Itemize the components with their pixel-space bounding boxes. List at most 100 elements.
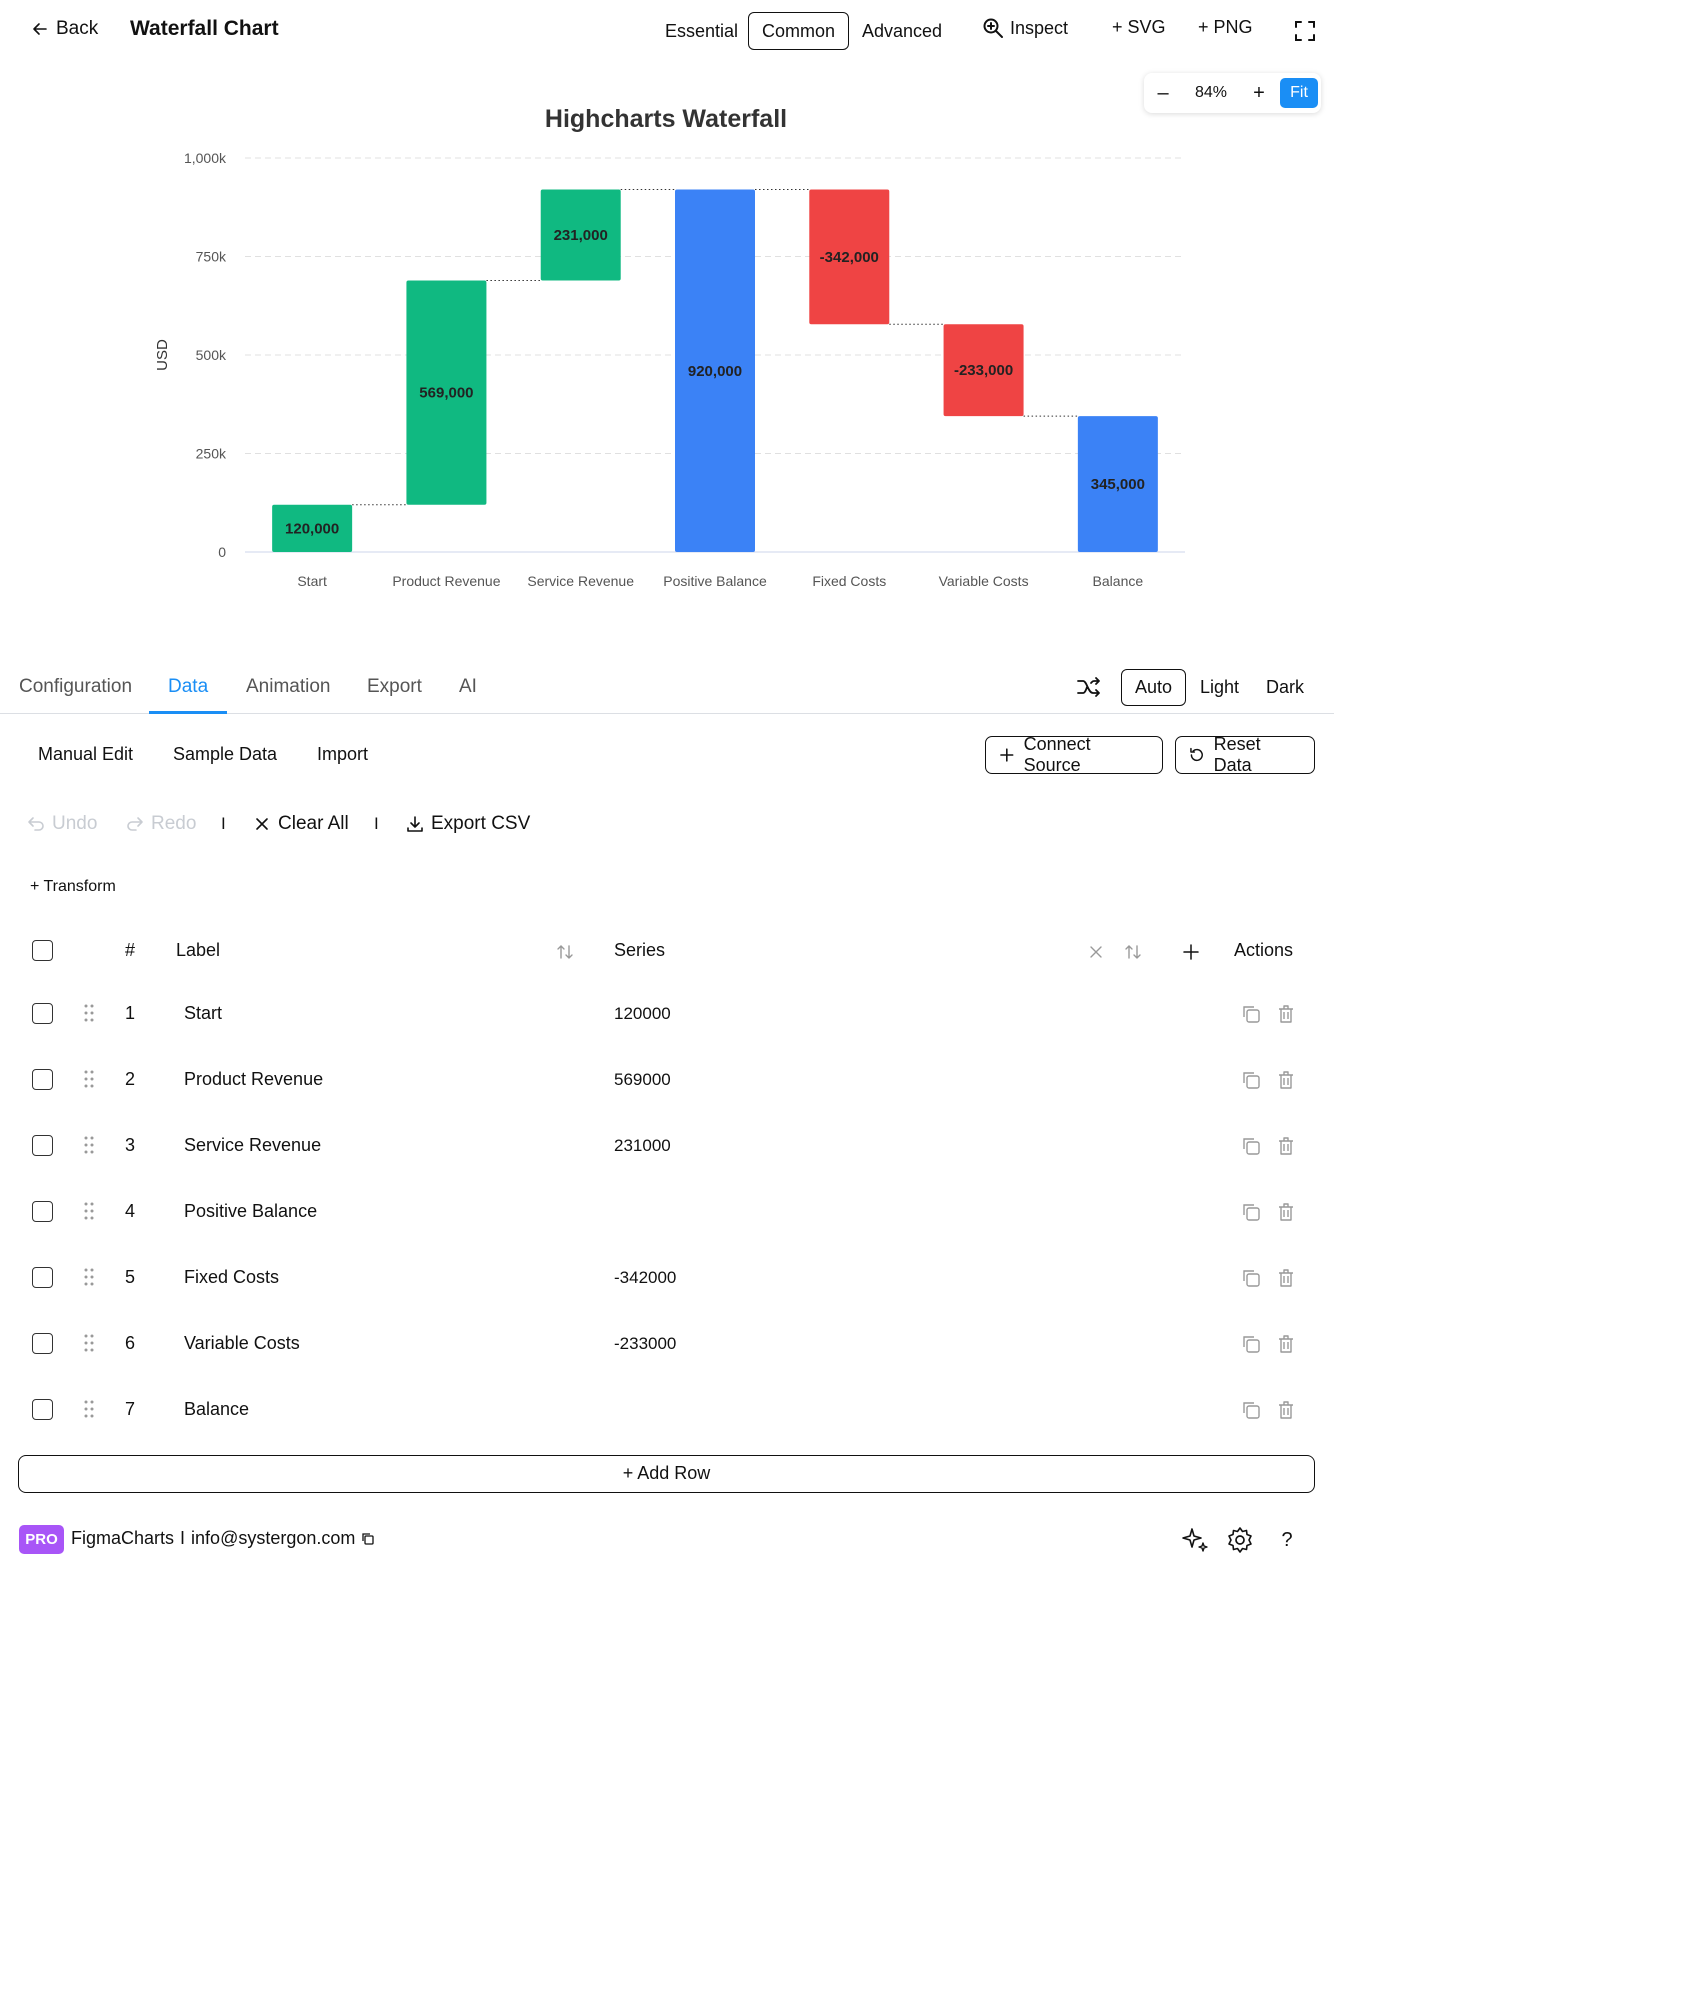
- add-column-icon[interactable]: [1181, 942, 1201, 962]
- row-label-cell[interactable]: Balance: [184, 1399, 249, 1420]
- tab-configuration[interactable]: Configuration: [19, 676, 132, 698]
- level-tab-advanced[interactable]: Advanced: [848, 12, 956, 50]
- close-icon: [256, 818, 268, 830]
- duplicate-row-icon[interactable]: [1240, 1267, 1262, 1289]
- subtab-manual-edit[interactable]: Manual Edit: [38, 744, 133, 765]
- delete-row-icon[interactable]: [1275, 1003, 1297, 1025]
- row-label-cell[interactable]: Product Revenue: [184, 1069, 323, 1090]
- row-label-cell[interactable]: Start: [184, 1003, 222, 1024]
- duplicate-row-icon[interactable]: [1240, 1135, 1262, 1157]
- drag-handle-icon[interactable]: [83, 1267, 95, 1287]
- row-series-cell[interactable]: 569000: [614, 1070, 671, 1090]
- shuffle-icon[interactable]: [1076, 674, 1102, 700]
- duplicate-row-icon[interactable]: [1240, 1003, 1262, 1025]
- fullscreen-icon[interactable]: [1293, 19, 1317, 43]
- tab-ai[interactable]: AI: [459, 676, 477, 698]
- chart-x-labels: Start Product Revenue Service Revenue Posit…: [297, 573, 1143, 589]
- row-checkbox[interactable]: [32, 1267, 53, 1288]
- duplicate-row-icon[interactable]: [1240, 1201, 1262, 1223]
- connect-source-button[interactable]: Connect Source: [985, 734, 1163, 775]
- add-transform-button[interactable]: + Transform: [30, 878, 116, 896]
- theme-dark-button[interactable]: Dark: [1252, 669, 1318, 706]
- arrow-left-icon: [33, 23, 47, 35]
- reset-data-button[interactable]: Reset Data: [1175, 734, 1315, 775]
- inspect-button[interactable]: Inspect: [982, 17, 1068, 39]
- x-tick-label: Balance: [1093, 573, 1144, 589]
- connect-source-label: Connect Source: [1023, 734, 1091, 775]
- bar-data-label: 920,000: [688, 363, 742, 380]
- column-header-actions: Actions: [1234, 940, 1294, 960]
- level-tab-essential[interactable]: Essential: [651, 12, 752, 50]
- drag-handle-icon[interactable]: [83, 1003, 95, 1023]
- duplicate-row-icon[interactable]: [1240, 1399, 1262, 1421]
- back-label: Back: [56, 18, 99, 39]
- gear-icon[interactable]: [1225, 1525, 1255, 1555]
- row-label-cell[interactable]: Variable Costs: [184, 1333, 300, 1354]
- drag-handle-icon[interactable]: [83, 1399, 95, 1419]
- row-series-cell[interactable]: 120000: [614, 1004, 671, 1024]
- row-checkbox[interactable]: [32, 1069, 53, 1090]
- row-checkbox[interactable]: [32, 1201, 53, 1222]
- active-tab-indicator: [149, 711, 227, 714]
- sort-icon[interactable]: [1123, 942, 1143, 962]
- row-series-cell[interactable]: 231000: [614, 1136, 671, 1156]
- help-button[interactable]: ?: [1272, 1525, 1302, 1555]
- subtab-import[interactable]: Import: [317, 744, 368, 765]
- clear-all-button[interactable]: Clear All: [252, 813, 349, 835]
- drag-handle-icon[interactable]: [83, 1069, 95, 1089]
- y-tick-label: 0: [218, 544, 226, 560]
- duplicate-row-icon[interactable]: [1240, 1333, 1262, 1355]
- row-series-cell[interactable]: -342000: [614, 1268, 676, 1288]
- y-tick-label: 250k: [196, 446, 227, 462]
- row-checkbox[interactable]: [32, 1399, 53, 1420]
- row-number: 5: [125, 1267, 136, 1287]
- footer-brand: FigmaCharts I info@systergon.com: [71, 1528, 375, 1549]
- theme-light-button[interactable]: Light: [1186, 669, 1253, 706]
- row-checkbox[interactable]: [32, 1135, 53, 1156]
- row-label-cell[interactable]: Fixed Costs: [184, 1267, 279, 1288]
- copy-icon[interactable]: [361, 1532, 375, 1546]
- drag-handle-icon[interactable]: [83, 1201, 95, 1221]
- y-tick-label: 500k: [196, 347, 227, 363]
- back-button[interactable]: Back: [30, 18, 98, 40]
- subtab-sample-data[interactable]: Sample Data: [173, 744, 277, 765]
- delete-row-icon[interactable]: [1275, 1069, 1297, 1091]
- tab-export[interactable]: Export: [367, 676, 422, 698]
- select-all-checkbox[interactable]: [32, 940, 53, 961]
- delete-row-icon[interactable]: [1275, 1135, 1297, 1157]
- tab-data[interactable]: Data: [168, 676, 208, 698]
- export-csv-button[interactable]: Export CSV: [405, 813, 530, 835]
- row-series-cell[interactable]: -233000: [614, 1334, 676, 1354]
- row-checkbox[interactable]: [32, 1333, 53, 1354]
- add-row-button[interactable]: + Add Row: [18, 1455, 1315, 1493]
- delete-row-icon[interactable]: [1275, 1267, 1297, 1289]
- remove-column-icon[interactable]: [1086, 942, 1106, 962]
- contact-email[interactable]: info@systergon.com: [191, 1528, 355, 1549]
- theme-auto-button[interactable]: Auto: [1121, 669, 1187, 706]
- sparkles-icon[interactable]: [1180, 1525, 1210, 1555]
- inspect-label: Inspect: [1010, 17, 1069, 38]
- column-header-series: Series: [614, 940, 666, 960]
- toolbar-separator: I: [374, 814, 379, 833]
- waterfall-chart: Highcharts Waterfall USD 0 250k 500k 750k 1,…: [154, 105, 1185, 589]
- delete-row-icon[interactable]: [1275, 1201, 1297, 1223]
- drag-handle-icon[interactable]: [83, 1135, 95, 1155]
- export-csv-label: Export CSV: [431, 813, 531, 834]
- row-label-cell[interactable]: Service Revenue: [184, 1135, 321, 1156]
- redo-button[interactable]: Redo: [125, 813, 196, 835]
- row-label-cell[interactable]: Positive Balance: [184, 1201, 317, 1222]
- zoom-in-icon: [983, 18, 1003, 38]
- bar-data-label: 569,000: [419, 385, 473, 402]
- export-png-button[interactable]: + PNG: [1198, 17, 1253, 38]
- delete-row-icon[interactable]: [1275, 1399, 1297, 1421]
- sort-icon[interactable]: [555, 942, 575, 962]
- row-checkbox[interactable]: [32, 1003, 53, 1024]
- level-tab-common[interactable]: Common: [748, 12, 850, 50]
- drag-handle-icon[interactable]: [83, 1333, 95, 1353]
- reset-icon: [1190, 747, 1203, 762]
- delete-row-icon[interactable]: [1275, 1333, 1297, 1355]
- undo-button[interactable]: Undo: [26, 813, 97, 835]
- duplicate-row-icon[interactable]: [1240, 1069, 1262, 1091]
- tab-animation[interactable]: Animation: [246, 676, 331, 698]
- export-svg-button[interactable]: + SVG: [1112, 17, 1166, 38]
